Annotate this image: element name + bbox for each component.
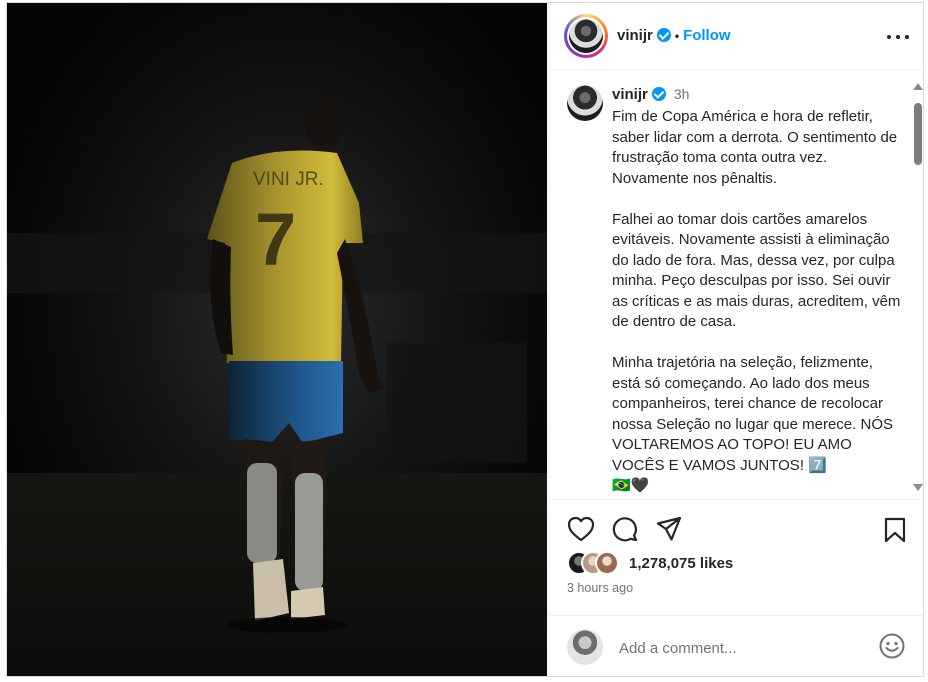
verified-badge-icon xyxy=(656,28,671,42)
post-actions: 1,278,075 likes 3 hours ago xyxy=(549,499,923,629)
post-window: VINI JR. 7 vinijr • Follow vinijr 3h Fim… xyxy=(6,2,924,677)
comment-bar xyxy=(549,615,923,676)
scrollbar-thumb[interactable] xyxy=(914,103,922,165)
caption-scroll-area[interactable]: vinijr 3h Fim de Copa América e hora de r… xyxy=(549,71,923,499)
add-comment-input[interactable] xyxy=(617,636,861,660)
post-side-panel: vinijr • Follow vinijr 3h Fim de Copa Améri… xyxy=(548,3,923,676)
post-header: vinijr • Follow xyxy=(549,3,923,70)
scroll-up-arrow-icon[interactable] xyxy=(913,83,923,90)
comment-icon[interactable] xyxy=(611,515,639,543)
caption-avatar[interactable] xyxy=(567,85,603,121)
post-timestamp[interactable]: 3 hours ago xyxy=(567,581,633,595)
jersey-name-text: VINI JR. xyxy=(253,169,324,190)
liker-avatar xyxy=(595,551,619,575)
header-username[interactable]: vinijr xyxy=(617,27,653,44)
athlete-photo-image: VINI JR. 7 xyxy=(7,3,547,676)
current-user-avatar xyxy=(567,629,603,665)
verified-badge-icon xyxy=(651,87,666,101)
share-icon[interactable] xyxy=(655,515,683,543)
caption-username[interactable]: vinijr xyxy=(612,86,648,103)
scroll-down-arrow-icon[interactable] xyxy=(913,484,923,491)
likes-count[interactable]: 1,278,075 likes xyxy=(629,555,733,572)
follow-button[interactable]: Follow xyxy=(683,27,731,44)
avatar xyxy=(569,19,603,53)
separator-dot: • xyxy=(674,29,680,43)
post-photo[interactable]: VINI JR. 7 xyxy=(7,3,547,676)
jersey-number-text: 7 xyxy=(255,198,296,281)
heart-icon[interactable] xyxy=(567,516,595,542)
caption-text: Fim de Copa América e hora de refletir, … xyxy=(612,108,901,494)
emoji-icon[interactable] xyxy=(878,632,906,660)
more-options-icon[interactable] xyxy=(886,25,910,49)
profile-avatar-story-ring[interactable] xyxy=(564,14,608,58)
bookmark-icon[interactable] xyxy=(883,516,907,544)
caption-scrollbar[interactable] xyxy=(911,77,923,497)
caption-time[interactable]: 3h xyxy=(674,86,690,102)
